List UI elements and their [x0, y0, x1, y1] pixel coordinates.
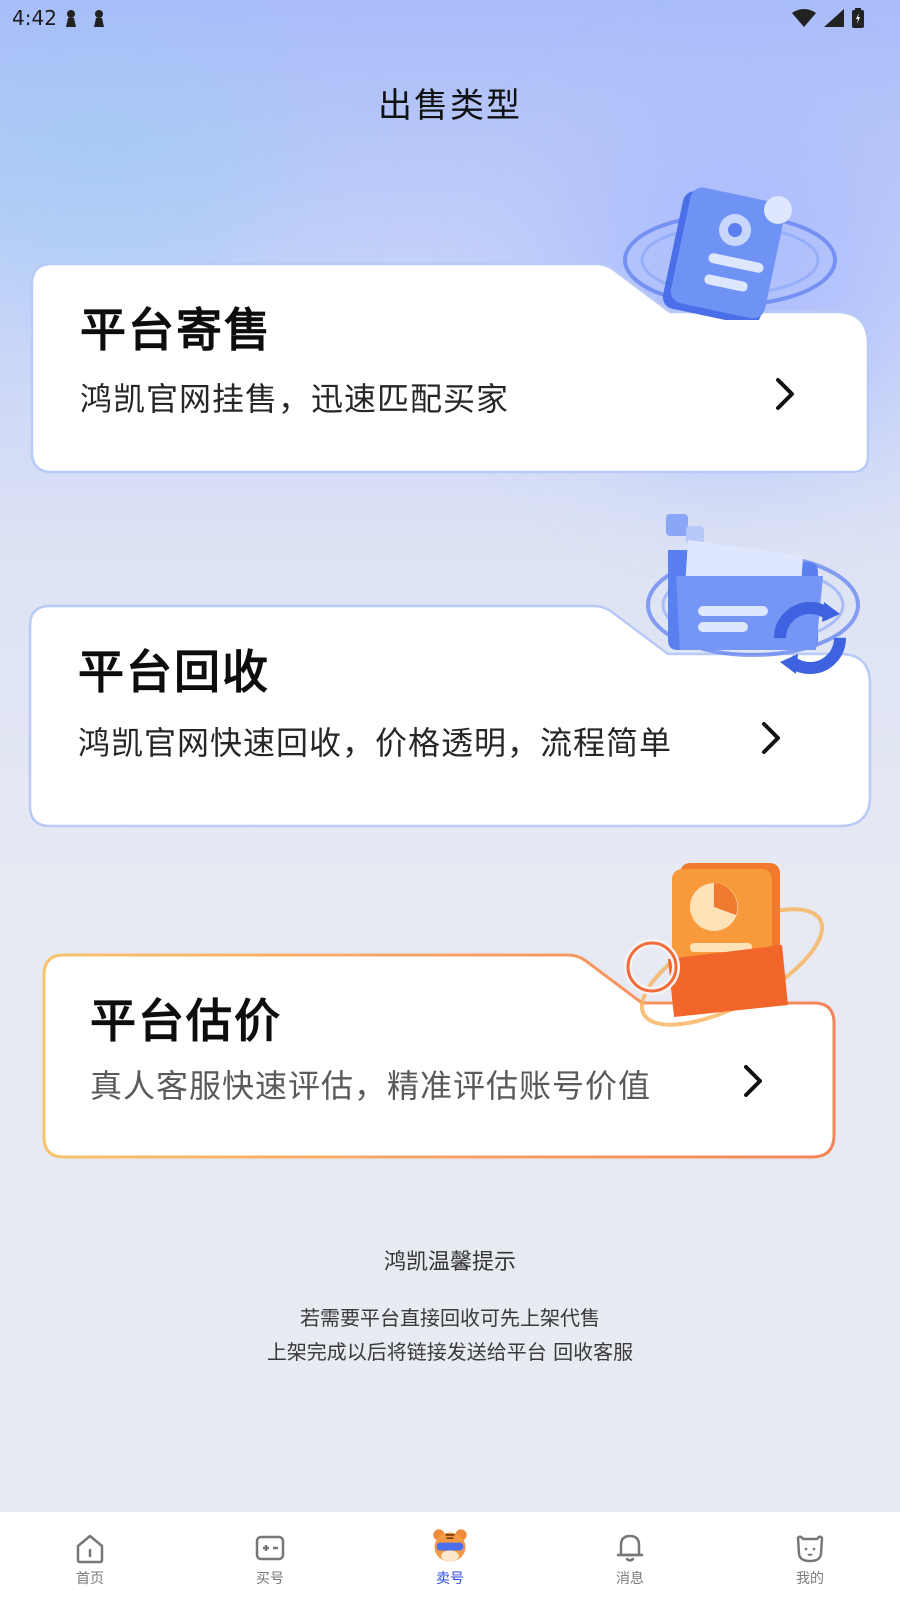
- home-icon: [76, 1534, 104, 1564]
- tips-line: 若需要平台直接回收可先上架代售: [300, 1306, 600, 1330]
- nav-item-buy[interactable]: 买号: [180, 1512, 360, 1600]
- nav-label: 我的: [796, 1571, 824, 1587]
- tips-line: 上架完成以后将链接发送给平台 回收客服: [266, 1340, 634, 1364]
- valuation-chart-icon: [624, 863, 825, 1027]
- buy-icon: [255, 1535, 285, 1561]
- chevron-right-icon[interactable]: [756, 718, 786, 758]
- nav-label: 卖号: [436, 1571, 464, 1587]
- nav-item-profile[interactable]: 我的: [720, 1512, 900, 1600]
- document-icon: [623, 187, 837, 320]
- card-description: 真人客服快速评估，精准评估账号价值: [90, 1067, 652, 1105]
- signal-icon: [824, 9, 844, 27]
- wifi-icon: [792, 9, 816, 27]
- chevron-right-icon[interactable]: [738, 1061, 768, 1101]
- valuation-card[interactable]: 平台估价 真人客服快速评估，精准评估账号价值: [42, 855, 857, 1165]
- status-right-icons: [792, 8, 864, 28]
- folder-recycle-icon: [646, 514, 860, 674]
- status-left-icons: [64, 9, 106, 27]
- status-bar: 4:42: [0, 0, 900, 36]
- recycle-card[interactable]: 平台回收 鸿凯官网快速回收，价格透明，流程简单: [28, 510, 873, 830]
- card-description: 鸿凯官网挂售，迅速匹配买家: [80, 380, 510, 418]
- tips-title: 鸿凯温馨提示: [383, 1250, 516, 1275]
- card-title: 平台回收: [78, 645, 270, 699]
- card-title: 平台估价: [90, 994, 282, 1048]
- status-time: 4:42: [12, 6, 57, 30]
- consignment-card[interactable]: 平台寄售 鸿凯官网挂售，迅速匹配买家: [30, 180, 870, 480]
- card-description: 鸿凯官网快速回收，价格透明，流程简单: [78, 724, 673, 762]
- card-title: 平台寄售: [80, 303, 272, 357]
- bottom-nav: 首页 买号 卖号 消息 我的: [0, 1512, 900, 1600]
- nav-item-home[interactable]: 首页: [0, 1512, 180, 1600]
- battery-icon: [852, 8, 864, 28]
- nav-label: 买号: [256, 1571, 284, 1587]
- notification-icon: [66, 10, 76, 27]
- page-title: 出售类型: [378, 86, 522, 126]
- chevron-right-icon[interactable]: [770, 374, 800, 414]
- nav-item-sell[interactable]: 卖号: [360, 1512, 540, 1600]
- nav-label: 首页: [76, 1571, 104, 1587]
- profile-bear-icon: [796, 1535, 824, 1563]
- nav-item-messages[interactable]: 消息: [540, 1512, 720, 1600]
- nav-label: 消息: [616, 1571, 644, 1587]
- tiger-mascot-icon: [433, 1529, 467, 1562]
- notification-icon: [94, 10, 104, 27]
- bell-icon: [616, 1534, 644, 1562]
